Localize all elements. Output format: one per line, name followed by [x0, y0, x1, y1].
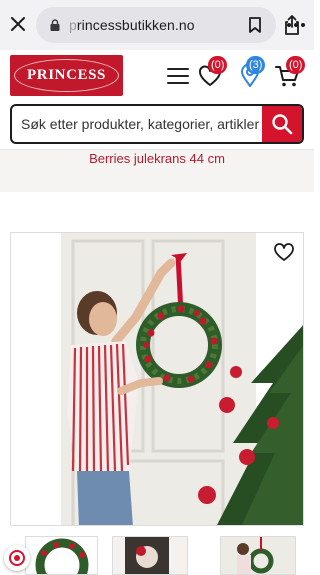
search-input[interactable] — [12, 106, 266, 142]
thumbnail-strip — [0, 536, 314, 575]
product-image-card[interactable] — [10, 232, 304, 526]
close-icon[interactable] — [8, 14, 28, 34]
search-icon — [272, 114, 293, 135]
product-title: Berries julekrans 44 cm — [89, 151, 225, 166]
hamburger-menu-icon[interactable] — [167, 68, 189, 84]
search-button[interactable] — [262, 106, 302, 142]
princess-logo[interactable]: PRINCESS — [10, 55, 123, 96]
cart-count-badge: (0) — [286, 56, 306, 74]
woman-wreath-thumbnail[interactable] — [220, 536, 296, 575]
site-header: PRINCESS (0) (3) (0) — [0, 50, 314, 150]
url-text: princessbutikken.no — [69, 17, 195, 33]
product-title-band: Berries julekrans 44 cm — [0, 150, 314, 192]
address-bar[interactable]: princessbutikken.no — [36, 7, 299, 43]
browser-toolbar: princessbutikken.no — [0, 0, 314, 50]
product-image — [11, 233, 303, 525]
decor-thumbnail[interactable] — [112, 536, 188, 575]
lock-icon — [50, 19, 60, 31]
add-to-favorites-icon[interactable] — [273, 241, 295, 263]
bookmark-icon[interactable] — [246, 16, 264, 34]
wreath-thumbnail[interactable] — [25, 536, 98, 575]
logo-text: PRINCESS — [27, 67, 106, 83]
favorites-count-badge: (0) — [208, 56, 228, 74]
chat-assistant-icon[interactable] — [4, 545, 30, 571]
search-box — [10, 104, 304, 144]
more-icon[interactable] — [285, 15, 307, 35]
